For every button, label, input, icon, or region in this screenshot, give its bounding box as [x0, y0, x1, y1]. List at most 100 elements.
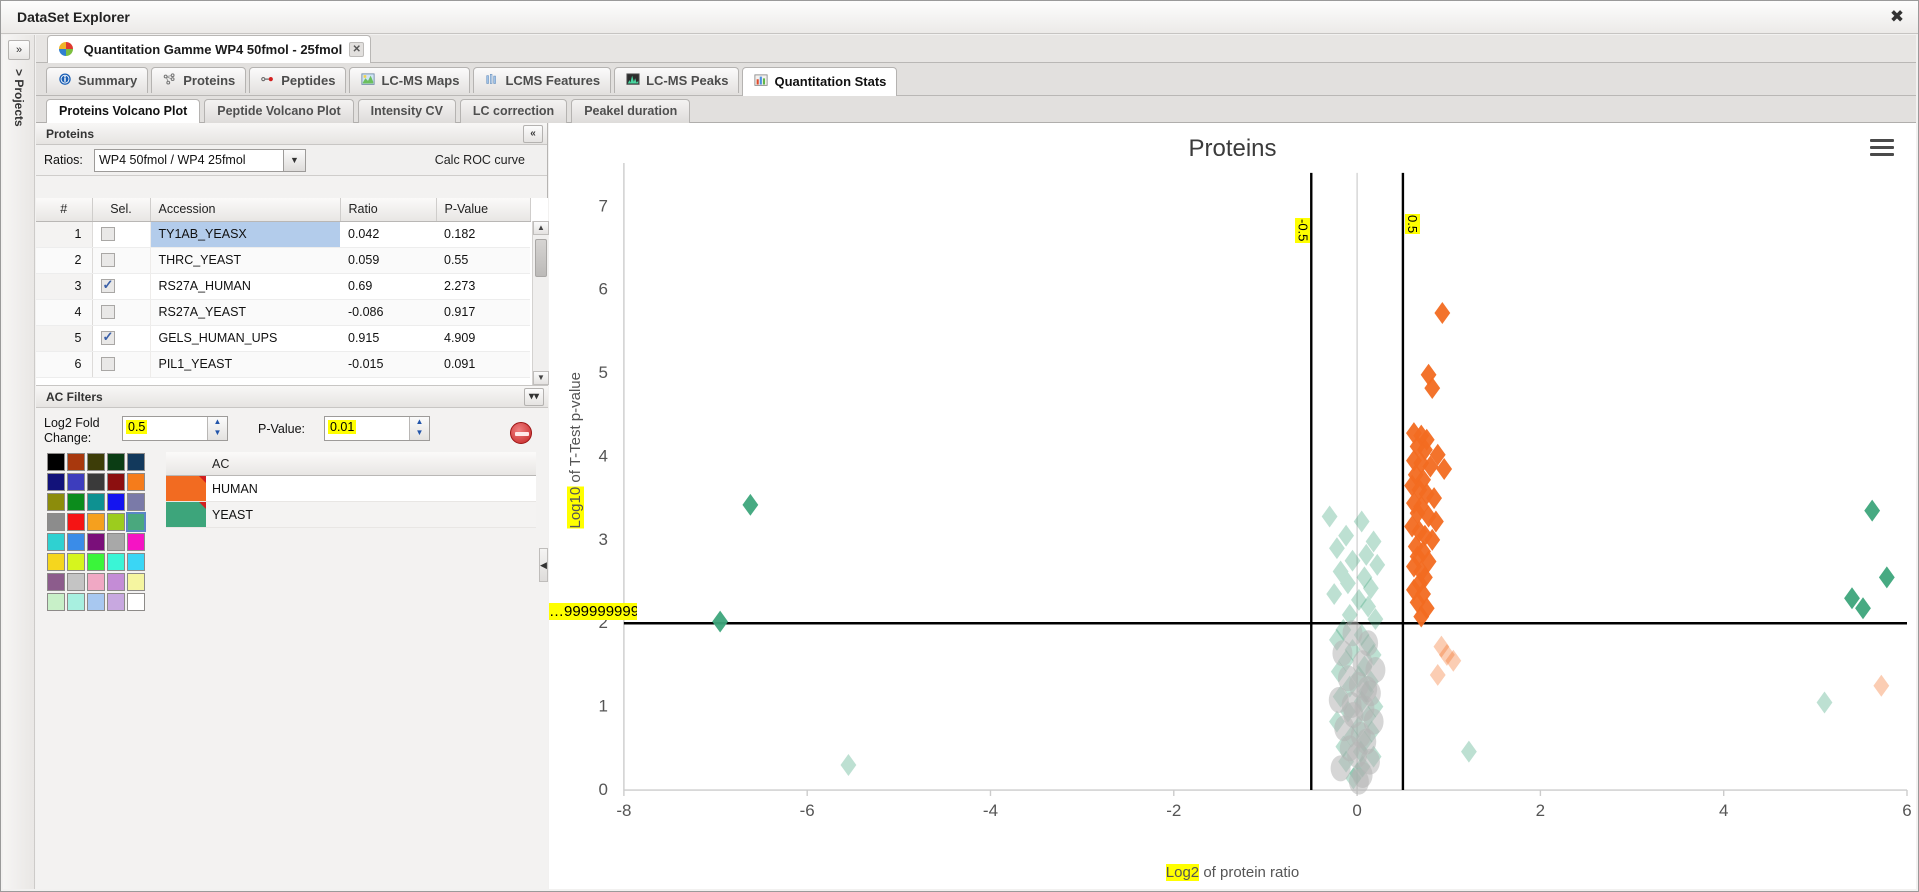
- palette-swatch[interactable]: [107, 533, 125, 551]
- log2-fold-change-value[interactable]: 0.5: [126, 420, 148, 434]
- pvalue-stepper-buttons[interactable]: ▲ ▼: [409, 417, 429, 440]
- palette-swatch[interactable]: [87, 533, 105, 551]
- palette-swatch[interactable]: [87, 573, 105, 591]
- column-header-accession[interactable]: Accession: [150, 198, 341, 222]
- projects-rail-label[interactable]: > Projects: [12, 69, 26, 127]
- proteins-table-scrollbar[interactable]: ▲ ▼: [532, 221, 549, 385]
- accession-cell[interactable]: PIL1_YEAST: [150, 351, 340, 378]
- palette-swatch[interactable]: [127, 473, 145, 491]
- ac-color-swatch[interactable]: [166, 476, 206, 501]
- row-checkbox[interactable]: [100, 226, 115, 241]
- table-row[interactable]: 3 RS27A_HUMAN0.692.273: [36, 273, 530, 300]
- ac-legend-row[interactable]: YEAST: [166, 502, 536, 528]
- tab-lc-ms-maps[interactable]: LC-MS Maps: [349, 67, 471, 93]
- table-row[interactable]: 5 GELS_HUMAN_UPS0.9154.909: [36, 325, 530, 352]
- collapse-proteins-panel-button[interactable]: «: [523, 125, 543, 143]
- ratios-select[interactable]: WP4 50fmol / WP4 25fmol: [94, 149, 284, 172]
- subtab-intensity-cv[interactable]: Intensity CV: [357, 99, 456, 123]
- palette-swatch[interactable]: [87, 453, 105, 471]
- palette-swatch[interactable]: [107, 473, 125, 491]
- palette-swatch[interactable]: [47, 573, 65, 591]
- palette-swatch[interactable]: [127, 453, 145, 471]
- tab-lc-ms-peaks[interactable]: LC-MS Peaks: [614, 67, 740, 93]
- palette-swatch[interactable]: [107, 493, 125, 511]
- table-row[interactable]: 1 TY1AB_YEASX 0.042 0.182: [36, 221, 530, 248]
- close-icon[interactable]: ✕: [349, 42, 365, 57]
- table-row[interactable]: 6 PIL1_YEAST -0.015 0.091: [36, 351, 530, 378]
- subtab-lc-correction[interactable]: LC correction: [459, 99, 568, 123]
- row-checkbox[interactable]: [100, 356, 115, 371]
- scrollbar-thumb[interactable]: [535, 239, 547, 277]
- palette-swatch[interactable]: [67, 533, 85, 551]
- palette-swatch[interactable]: [47, 453, 65, 471]
- log2-stepper-buttons[interactable]: ▲ ▼: [207, 417, 227, 440]
- palette-swatch[interactable]: [67, 493, 85, 511]
- ac-legend-row[interactable]: HUMAN: [166, 476, 536, 502]
- accession-cell[interactable]: GELS_HUMAN_UPS: [150, 325, 340, 352]
- column-header-p-value[interactable]: P-Value: [436, 198, 531, 222]
- tab-peptides[interactable]: Peptides: [249, 67, 347, 93]
- document-tab-quantitation[interactable]: Quantitation Gamme WP4 50fmol - 25fmol ✕: [47, 35, 372, 63]
- expand-ac-filters-button[interactable]: ▾▾: [524, 388, 544, 406]
- stepper-down-icon[interactable]: ▼: [208, 428, 227, 439]
- remove-filter-icon[interactable]: [510, 422, 532, 444]
- ac-color-swatch[interactable]: [166, 502, 206, 527]
- palette-swatch[interactable]: [127, 493, 145, 511]
- palette-swatch[interactable]: [107, 553, 125, 571]
- palette-swatch[interactable]: [47, 593, 65, 611]
- stepper-up-icon[interactable]: ▲: [410, 417, 429, 428]
- palette-swatch[interactable]: [47, 533, 65, 551]
- palette-swatch[interactable]: [47, 493, 65, 511]
- palette-swatch[interactable]: [47, 473, 65, 491]
- row-checkbox[interactable]: [100, 329, 115, 345]
- column-header-sel-[interactable]: Sel.: [92, 198, 151, 222]
- palette-swatch[interactable]: [127, 593, 145, 611]
- calc-roc-curve-link[interactable]: Calc ROC curve: [435, 153, 525, 167]
- pvalue-value[interactable]: 0.01: [328, 420, 357, 434]
- palette-swatch[interactable]: [87, 593, 105, 611]
- palette-swatch[interactable]: [87, 493, 105, 511]
- table-row[interactable]: 4 RS27A_YEAST -0.086 0.917: [36, 299, 530, 326]
- scroll-up-icon[interactable]: ▲: [533, 221, 549, 235]
- tab-lcms-features[interactable]: LCMS Features: [473, 67, 612, 93]
- palette-swatch[interactable]: [127, 553, 145, 571]
- accession-cell[interactable]: TY1AB_YEASX: [150, 221, 340, 248]
- palette-swatch[interactable]: [67, 473, 85, 491]
- tab-summary[interactable]: Summary: [46, 67, 149, 93]
- palette-swatch[interactable]: [67, 593, 85, 611]
- chevron-down-icon[interactable]: ▼: [284, 149, 306, 172]
- row-checkbox[interactable]: [100, 277, 115, 293]
- stepper-up-icon[interactable]: ▲: [208, 417, 227, 428]
- column-header--[interactable]: #: [36, 198, 93, 222]
- subtab-peakel-duration[interactable]: Peakel duration: [571, 99, 691, 123]
- palette-swatch[interactable]: [107, 513, 125, 531]
- palette-swatch[interactable]: [67, 453, 85, 471]
- accession-cell[interactable]: THRC_YEAST: [150, 247, 340, 274]
- palette-swatch[interactable]: [67, 573, 85, 591]
- palette-swatch[interactable]: [87, 553, 105, 571]
- table-row[interactable]: 2 THRC_YEAST 0.059 0.55: [36, 247, 530, 274]
- collapse-left-panel-handle[interactable]: ◀: [539, 548, 548, 582]
- tab-proteins[interactable]: Proteins: [151, 67, 247, 93]
- palette-swatch[interactable]: [107, 593, 125, 611]
- accession-cell[interactable]: RS27A_YEAST: [150, 299, 340, 326]
- stepper-down-icon[interactable]: ▼: [410, 428, 429, 439]
- expand-rail-button[interactable]: »: [8, 40, 30, 60]
- column-header-ratio[interactable]: Ratio: [340, 198, 437, 222]
- palette-swatch[interactable]: [47, 553, 65, 571]
- palette-swatch[interactable]: [127, 533, 145, 551]
- row-checkbox[interactable]: [100, 304, 115, 319]
- palette-swatch[interactable]: [127, 573, 145, 591]
- palette-swatch[interactable]: [67, 513, 85, 531]
- pvalue-stepper[interactable]: 0.01 ▲ ▼: [324, 416, 430, 441]
- subtab-peptide-volcano-plot[interactable]: Peptide Volcano Plot: [204, 99, 354, 123]
- row-checkbox[interactable]: [100, 252, 115, 267]
- subtab-proteins-volcano-plot[interactable]: Proteins Volcano Plot: [46, 99, 201, 123]
- palette-swatch[interactable]: [126, 512, 146, 532]
- accession-cell[interactable]: RS27A_HUMAN: [150, 273, 340, 300]
- palette-swatch[interactable]: [67, 553, 85, 571]
- palette-swatch[interactable]: [107, 453, 125, 471]
- tab-quantitation-stats[interactable]: Quantitation Stats: [742, 67, 898, 96]
- log2-fold-change-stepper[interactable]: 0.5 ▲ ▼: [122, 416, 228, 441]
- palette-swatch[interactable]: [87, 513, 105, 531]
